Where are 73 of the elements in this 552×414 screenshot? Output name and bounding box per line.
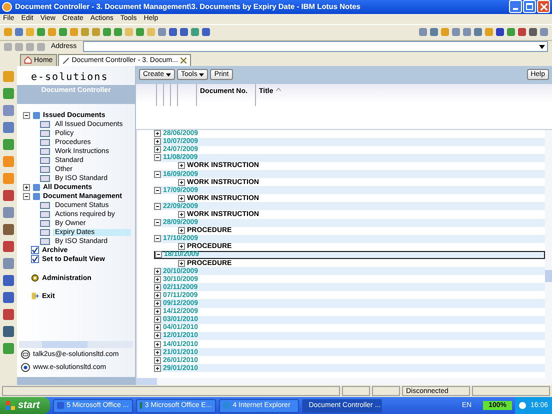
expand-toggle-icon[interactable] [178, 227, 185, 234]
expand-toggle-icon[interactable] [154, 154, 161, 162]
expand-toggle-icon[interactable] [154, 340, 161, 348]
status-field[interactable] [372, 386, 400, 396]
bookmark-icon[interactable] [3, 138, 14, 150]
minimize-button[interactable] [509, 0, 522, 14]
bookmark-icon[interactable] [3, 88, 14, 99]
expand-toggle-icon[interactable] [23, 112, 30, 119]
expand-toggle-icon[interactable] [154, 276, 161, 283]
expand-toggle-icon[interactable] [178, 260, 185, 267]
bookmark-icon[interactable] [3, 240, 14, 252]
bookmark-icon[interactable] [3, 274, 14, 286]
app-icon [56, 402, 64, 409]
horizontal-scrollbar[interactable] [19, 341, 133, 348]
expand-toggle-icon[interactable] [155, 251, 162, 258]
bookmark-icon[interactable] [3, 292, 14, 303]
bookmark-icon[interactable] [3, 224, 14, 235]
expand-toggle-icon[interactable] [154, 186, 161, 194]
logo-text: e-solutions [30, 70, 110, 85]
expand-toggle-icon[interactable] [178, 194, 185, 202]
expand-toggle-icon[interactable] [154, 130, 161, 138]
tray-icon[interactable] [519, 402, 526, 409]
expand-toggle-icon[interactable] [154, 308, 161, 316]
envelope-icon [21, 350, 30, 360]
bookmark-icon[interactable] [3, 206, 14, 218]
expand-toggle-icon[interactable] [154, 316, 161, 324]
status-field[interactable] [342, 386, 370, 396]
expand-toggle-icon[interactable] [178, 211, 185, 218]
status-field[interactable] [472, 386, 550, 396]
gear-icon [31, 274, 39, 282]
globe-icon [21, 363, 30, 372]
close-icon[interactable] [180, 56, 187, 64]
close-button[interactable] [537, 0, 550, 14]
house-icon [24, 56, 32, 64]
bookmark-icon[interactable] [3, 258, 14, 269]
windows-logo-icon [6, 401, 15, 410]
expand-toggle-icon[interactable] [154, 146, 161, 154]
sort-icon [276, 88, 282, 91]
expand-toggle-icon[interactable] [178, 243, 185, 250]
bookmark-icon[interactable] [3, 326, 14, 337]
restore-button[interactable] [523, 0, 536, 14]
expand-toggle-icon[interactable] [154, 348, 161, 356]
bookmark-icon[interactable] [3, 122, 14, 133]
bookmark-icon[interactable] [3, 308, 14, 320]
expand-toggle-icon[interactable] [178, 162, 185, 170]
expand-toggle-icon[interactable] [154, 356, 161, 364]
exit-icon [31, 292, 39, 300]
expand-toggle-icon[interactable] [154, 219, 161, 226]
bookmark-icon[interactable] [3, 342, 14, 354]
vertical-scrollbar[interactable] [545, 130, 552, 378]
app-icon [222, 402, 230, 409]
expand-toggle-icon[interactable] [154, 138, 161, 146]
expand-toggle-icon[interactable] [154, 202, 161, 210]
expand-toggle-icon[interactable] [154, 292, 161, 299]
bookmark-icon[interactable] [3, 104, 14, 116]
expand-toggle-icon[interactable] [154, 268, 161, 275]
expand-toggle-icon[interactable] [154, 324, 161, 332]
expand-toggle-icon[interactable] [23, 184, 30, 191]
expand-toggle-icon[interactable] [178, 178, 185, 186]
bookmark-icon[interactable] [3, 190, 14, 201]
expand-toggle-icon[interactable] [23, 192, 30, 200]
expand-toggle-icon[interactable] [154, 300, 161, 308]
expand-toggle-icon[interactable] [154, 284, 161, 291]
expand-toggle-icon[interactable] [154, 364, 161, 372]
expand-toggle-icon[interactable] [154, 170, 161, 178]
app-icon [140, 402, 142, 409]
expand-toggle-icon[interactable] [154, 332, 161, 340]
folder-icon [33, 112, 40, 119]
expand-toggle-icon[interactable] [154, 235, 161, 242]
app-icon [2, 2, 12, 12]
address-field[interactable] [82, 41, 548, 52]
dropdown-arrow-icon[interactable] [537, 44, 547, 49]
horizontal-scrollbar[interactable] [136, 378, 552, 386]
